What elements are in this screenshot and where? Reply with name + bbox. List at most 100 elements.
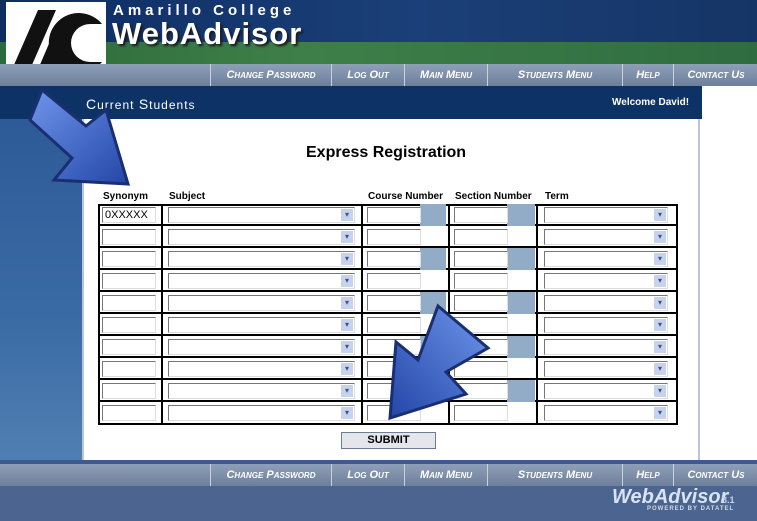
- term-select[interactable]: ▾: [544, 317, 668, 333]
- dropdown-arrow-icon[interactable]: ▾: [341, 209, 353, 221]
- cell-shade: [507, 292, 535, 314]
- term-select[interactable]: ▾: [544, 295, 668, 311]
- dropdown-arrow-icon[interactable]: ▾: [654, 231, 666, 243]
- course-number-cell: [363, 248, 450, 270]
- nav-students-menu-bottom[interactable]: Students Menu: [487, 464, 622, 486]
- term-cell: ▾: [538, 204, 674, 226]
- nav-contact-us-bottom[interactable]: Contact Us: [673, 464, 757, 486]
- term-cell: ▾: [538, 358, 674, 380]
- dropdown-arrow-icon[interactable]: ▾: [341, 275, 353, 287]
- course-number-input[interactable]: [367, 273, 421, 289]
- dropdown-arrow-icon[interactable]: ▾: [341, 385, 353, 397]
- page-title: Express Registration: [306, 144, 467, 161]
- term-select[interactable]: ▾: [544, 339, 668, 355]
- subject-select[interactable]: ▾: [168, 339, 355, 355]
- synonym-input[interactable]: [102, 295, 156, 311]
- section-number-input[interactable]: [454, 207, 508, 223]
- subject-select[interactable]: ▾: [168, 405, 355, 421]
- dropdown-arrow-icon[interactable]: ▾: [654, 275, 666, 287]
- nav-main-menu-bottom[interactable]: Main Menu: [404, 464, 487, 486]
- nav-main-menu[interactable]: Main Menu: [404, 64, 487, 86]
- subject-select[interactable]: ▾: [168, 251, 355, 267]
- term-select[interactable]: ▾: [544, 361, 668, 377]
- subject-select[interactable]: ▾: [168, 317, 355, 333]
- subject-select[interactable]: ▾: [168, 207, 355, 223]
- nav-log-out-bottom[interactable]: Log Out: [331, 464, 404, 486]
- section-number-input[interactable]: [454, 273, 508, 289]
- subject-select[interactable]: ▾: [168, 361, 355, 377]
- term-select[interactable]: ▾: [544, 273, 668, 289]
- synonym-input[interactable]: [102, 273, 156, 289]
- dropdown-arrow-icon[interactable]: ▾: [341, 297, 353, 309]
- nav-change-password-bottom[interactable]: Change Password: [210, 464, 331, 486]
- dropdown-arrow-icon[interactable]: ▾: [654, 407, 666, 419]
- dropdown-arrow-icon[interactable]: ▾: [341, 341, 353, 353]
- subject-select[interactable]: ▾: [168, 383, 355, 399]
- term-cell: ▾: [538, 248, 674, 270]
- synonym-input[interactable]: [102, 251, 156, 267]
- table-row: ▾ ▾: [98, 226, 678, 248]
- synonym-input[interactable]: [102, 317, 156, 333]
- synonym-cell: [98, 358, 163, 380]
- synonym-input[interactable]: [102, 229, 156, 245]
- nav-contact-us[interactable]: Contact Us: [673, 64, 757, 86]
- term-select[interactable]: ▾: [544, 405, 668, 421]
- section-number-input[interactable]: [454, 251, 508, 267]
- dropdown-arrow-icon[interactable]: ▾: [654, 363, 666, 375]
- nav-log-out[interactable]: Log Out: [331, 64, 404, 86]
- section-number-cell: [450, 270, 538, 292]
- synonym-input[interactable]: [102, 361, 156, 377]
- nav-change-password[interactable]: Change Password: [210, 64, 331, 86]
- table-row: ▾ ▾: [98, 248, 678, 270]
- subject-select[interactable]: ▾: [168, 295, 355, 311]
- section-number-input[interactable]: [454, 229, 508, 245]
- subject-cell: ▾: [163, 248, 363, 270]
- cell-shade: [420, 248, 446, 270]
- synonym-input[interactable]: 0XXXXX: [102, 207, 156, 223]
- term-cell: ▾: [538, 336, 674, 358]
- dropdown-arrow-icon[interactable]: ▾: [341, 231, 353, 243]
- nav-help[interactable]: Help: [622, 64, 673, 86]
- footer-powered-by: POWERED BY DATATEL: [647, 506, 735, 512]
- subject-select[interactable]: ▾: [168, 229, 355, 245]
- nav-students-menu[interactable]: Students Menu: [487, 64, 622, 86]
- term-cell: ▾: [538, 292, 674, 314]
- course-number-input[interactable]: [367, 207, 421, 223]
- term-select[interactable]: ▾: [544, 251, 668, 267]
- dropdown-arrow-icon[interactable]: ▾: [654, 253, 666, 265]
- nav-help-bottom[interactable]: Help: [622, 464, 673, 486]
- subject-select[interactable]: ▾: [168, 273, 355, 289]
- course-number-input[interactable]: [367, 229, 421, 245]
- synonym-cell: [98, 402, 163, 424]
- dropdown-arrow-icon[interactable]: ▾: [654, 209, 666, 221]
- table-row: ▾ ▾: [98, 270, 678, 292]
- dropdown-arrow-icon[interactable]: ▾: [341, 407, 353, 419]
- course-number-input[interactable]: [367, 251, 421, 267]
- dropdown-arrow-icon[interactable]: ▾: [341, 253, 353, 265]
- submit-button[interactable]: SUBMIT: [341, 432, 436, 449]
- arrow-pointer-icon: [388, 303, 491, 421]
- term-select[interactable]: ▾: [544, 207, 668, 223]
- term-select[interactable]: ▾: [544, 229, 668, 245]
- cell-shade: [420, 204, 446, 226]
- column-header-section-number: Section Number: [455, 191, 532, 202]
- app-brand-title: WebAdvisor: [112, 16, 303, 51]
- dropdown-arrow-icon[interactable]: ▾: [654, 297, 666, 309]
- dropdown-arrow-icon[interactable]: ▾: [654, 385, 666, 397]
- dropdown-arrow-icon[interactable]: ▾: [654, 341, 666, 353]
- synonym-input[interactable]: [102, 405, 156, 421]
- dropdown-arrow-icon[interactable]: ▾: [341, 319, 353, 331]
- column-header-subject: Subject: [169, 191, 206, 202]
- dropdown-arrow-icon[interactable]: ▾: [341, 363, 353, 375]
- section-number-cell: [450, 226, 538, 248]
- column-header-course-number: Course Number: [368, 191, 444, 202]
- synonym-cell: [98, 292, 163, 314]
- subject-cell: ▾: [163, 380, 363, 402]
- synonym-input[interactable]: [102, 383, 156, 399]
- dropdown-arrow-icon[interactable]: ▾: [654, 319, 666, 331]
- subject-cell: ▾: [163, 314, 363, 336]
- term-select[interactable]: ▾: [544, 383, 668, 399]
- synonym-input[interactable]: [102, 339, 156, 355]
- welcome-message: Welcome David!: [612, 97, 690, 108]
- synonym-cell: [98, 226, 163, 248]
